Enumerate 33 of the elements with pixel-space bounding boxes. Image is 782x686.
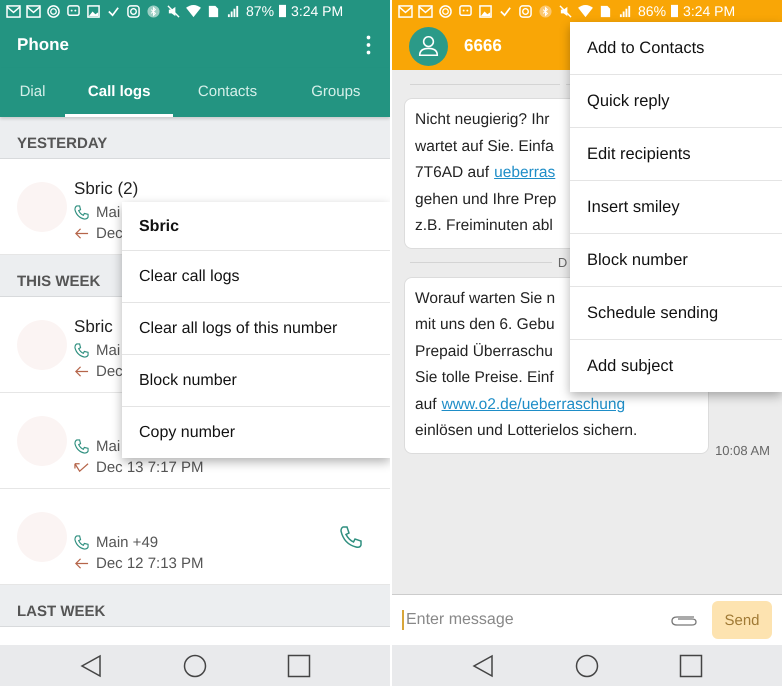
phone-number: Mai [96, 342, 120, 359]
call-date: Dec 12 7:13 PM [96, 555, 204, 572]
message-text: wartet auf Sie. Einfa [415, 136, 554, 156]
message-text: Sie tolle Preise. Einf [415, 368, 554, 388]
message-time: 10:08 AM [715, 442, 770, 458]
message-text: Nicht neugierig? Ihr [415, 110, 550, 130]
message-text: mit uns den 6. Gebu [415, 315, 555, 335]
message-text: Prepaid Überraschu [415, 342, 553, 362]
message-text: z.B. Freiminuten abl [415, 216, 553, 236]
contact-name: Sbric (2) [74, 179, 138, 198]
phone-number: Mai [96, 438, 120, 455]
phone-number: Mai [96, 204, 120, 221]
message-text: gehen und Ihre Prep [415, 190, 556, 210]
battery-level: 86% [638, 3, 666, 19]
app-title: Phone [17, 35, 69, 55]
clock: 3:24 PM [683, 3, 736, 19]
message-text: Worauf warten Sie n [415, 288, 556, 308]
section-header: LAST WEEK [17, 603, 106, 620]
menu-title: Sbric [138, 217, 180, 237]
battery-level: 87% [246, 3, 274, 19]
call-date: Dec [96, 363, 123, 380]
section-header: YESTERDAY [17, 135, 108, 152]
section-header: THIS WEEK [17, 273, 100, 290]
message-text: 7T6AD auf [415, 163, 490, 183]
phone-number: Main +49 [96, 534, 158, 551]
date-divider: D [558, 255, 568, 270]
call-date: Dec 13 7:17 PM [96, 459, 204, 476]
message-text: auf [415, 394, 437, 414]
clock: 3:24 PM [291, 3, 344, 19]
contact-name: Sbric [74, 317, 113, 336]
conversation-title: 6666 [464, 36, 502, 56]
call-date: Dec [96, 225, 123, 242]
message-text: einlösen und Lotterielos sichern. [415, 421, 638, 441]
